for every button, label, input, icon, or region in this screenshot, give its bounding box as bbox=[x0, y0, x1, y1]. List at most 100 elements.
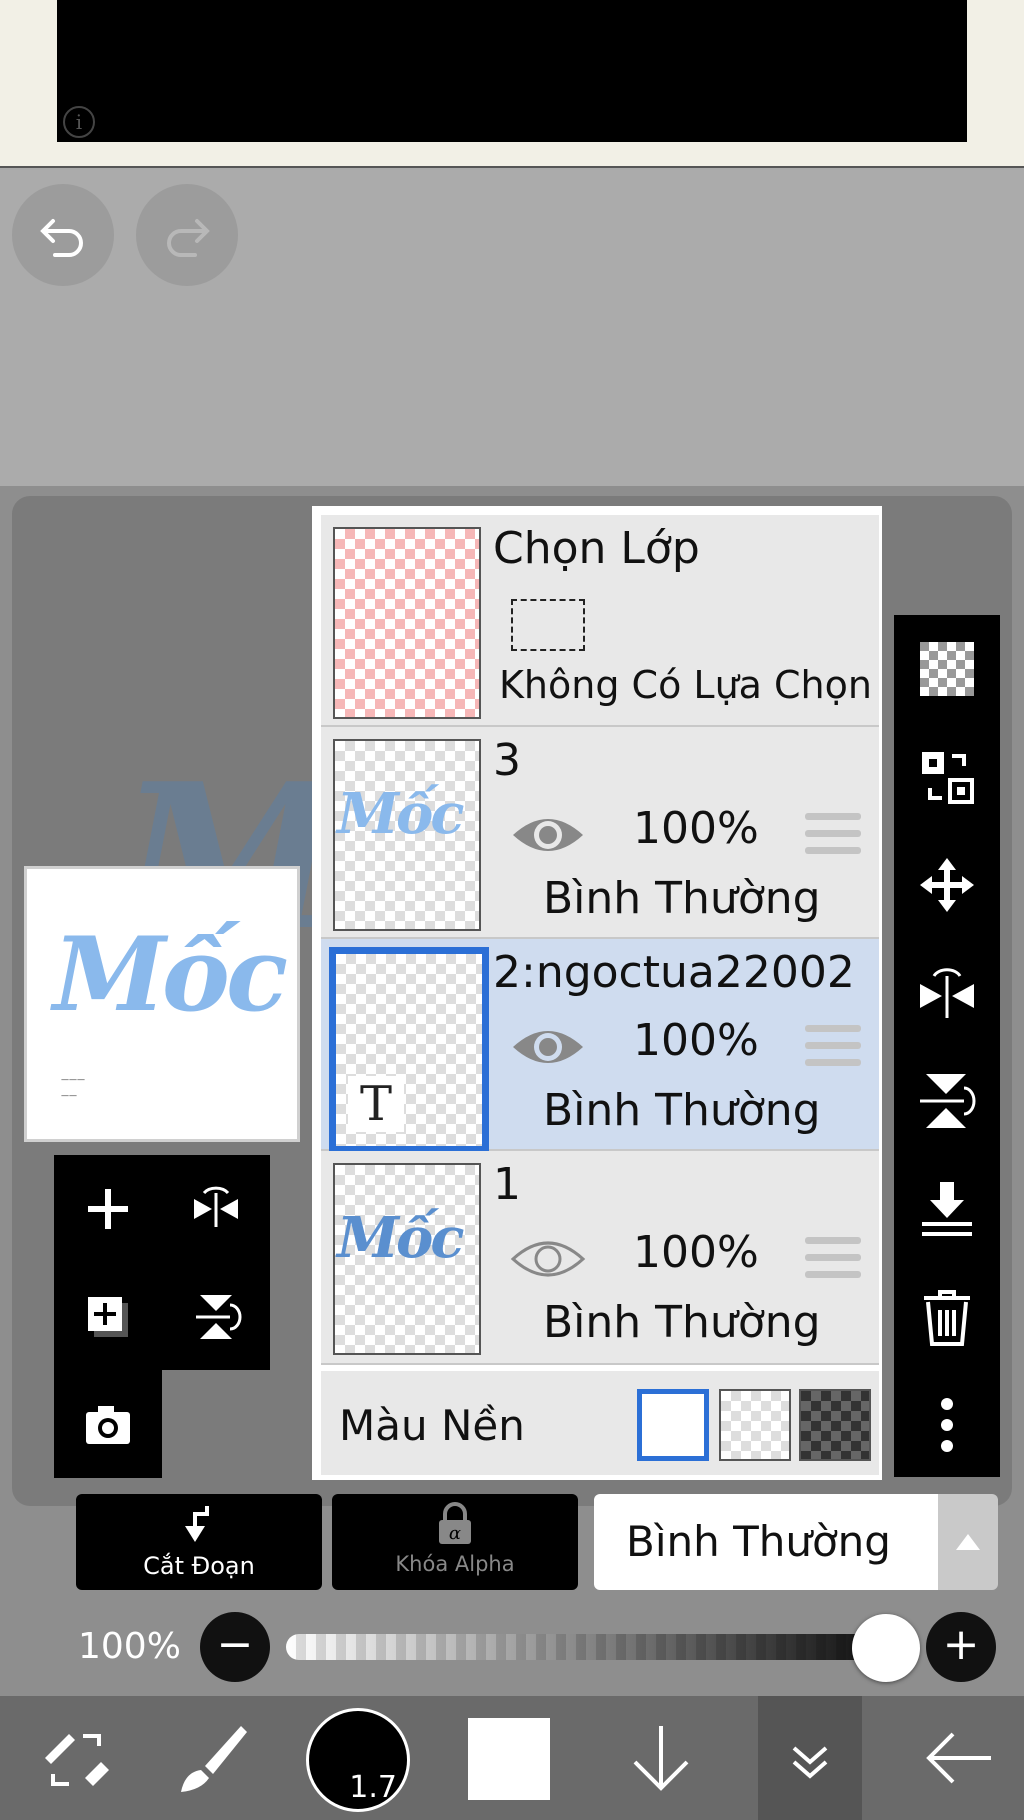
visibility-eye-icon[interactable] bbox=[509, 809, 587, 861]
layer-row[interactable]: Mốc 1 100% Bình Thường bbox=[321, 1151, 879, 1365]
undo-icon bbox=[40, 219, 83, 257]
layer-tool-grid bbox=[54, 1155, 270, 1370]
flip-vertical-icon bbox=[920, 1074, 976, 1128]
preview-small-line-1: ——— bbox=[61, 1075, 85, 1084]
layer-blend-mode: Bình Thường bbox=[543, 1297, 821, 1348]
background-color-row: Màu Nền bbox=[321, 1371, 879, 1475]
selection-layer-row[interactable]: Chọn Lớp Không Có Lựa Chọn bbox=[321, 515, 879, 727]
layer-thumbnail-text: Mốc bbox=[337, 781, 464, 847]
merge-down-icon bbox=[922, 1182, 972, 1236]
camera-icon bbox=[86, 1406, 130, 1444]
ad-content[interactable] bbox=[57, 0, 967, 142]
background-dark-swatch[interactable] bbox=[799, 1389, 871, 1461]
flip-vertical-icon bbox=[196, 1295, 242, 1339]
alpha-lock-label: Khóa Alpha bbox=[395, 1552, 515, 1576]
ad-banner: i bbox=[0, 0, 1024, 168]
blend-bar: Cắt Đoạn α Khóa Alpha Bình Thường bbox=[0, 1494, 1024, 1600]
flip-horizontal-button[interactable] bbox=[162, 1155, 270, 1263]
chevrons-down-icon bbox=[792, 1746, 828, 1779]
selection-title: Chọn Lớp bbox=[493, 523, 700, 574]
opacity-increase-button[interactable]: + bbox=[926, 1612, 996, 1682]
triangle-up-icon bbox=[956, 1534, 980, 1550]
flip-vertical-button[interactable] bbox=[162, 1263, 270, 1371]
blend-mode-dropdown-button[interactable] bbox=[938, 1494, 998, 1590]
delete-layer-button[interactable] bbox=[894, 1263, 1000, 1371]
selection-frame-icon bbox=[511, 599, 585, 651]
flip-horizontal-icon bbox=[920, 968, 974, 1018]
background-white-swatch[interactable] bbox=[637, 1389, 709, 1461]
drag-handle-icon[interactable] bbox=[805, 1237, 861, 1283]
opacity-slider[interactable] bbox=[286, 1634, 886, 1660]
preview-artwork-text: Mốc bbox=[53, 915, 288, 1035]
layer-row-selected[interactable]: T 2:ngoctua22002 100% Bình Thường bbox=[321, 939, 879, 1153]
trash-icon bbox=[924, 1290, 970, 1346]
opacity-row: 100% − + bbox=[0, 1600, 1024, 1696]
flip-layer-vertical-button[interactable] bbox=[894, 1047, 1000, 1155]
layer-list: Chọn Lớp Không Có Lựa Chọn Mốc 3 100% Bì… bbox=[312, 506, 882, 1480]
opacity-decrease-button[interactable]: − bbox=[200, 1612, 270, 1682]
layer-name: 3 bbox=[493, 735, 521, 786]
arrow-left-icon bbox=[926, 1732, 991, 1784]
arrow-down-icon bbox=[633, 1726, 689, 1791]
drag-handle-icon[interactable] bbox=[805, 1025, 861, 1071]
visibility-eye-icon[interactable] bbox=[509, 1021, 587, 1073]
layer-thumbnail: Mốc bbox=[333, 739, 481, 931]
clipping-arrow-icon bbox=[185, 1506, 209, 1542]
layer-thumbnail: T bbox=[329, 947, 489, 1153]
visibility-eye-hidden-icon[interactable] bbox=[509, 1233, 587, 1285]
clipping-button[interactable]: Cắt Đoạn bbox=[76, 1494, 322, 1590]
info-icon[interactable]: i bbox=[63, 106, 95, 138]
bottom-toolbar: 1.7 bbox=[0, 1696, 1024, 1820]
checkerboard-icon bbox=[920, 642, 974, 696]
preview-small-line-2: —— bbox=[61, 1091, 77, 1100]
more-vertical-icon bbox=[941, 1398, 953, 1452]
layer-thumbnail: Mốc bbox=[333, 1163, 481, 1355]
layers-button[interactable] bbox=[745, 1696, 875, 1820]
more-options-button[interactable] bbox=[894, 1371, 1000, 1479]
swap-layer-button[interactable] bbox=[894, 723, 1000, 831]
brush-icon bbox=[181, 1726, 247, 1792]
selection-status: Không Có Lựa Chọn bbox=[499, 663, 872, 707]
merge-down-button[interactable] bbox=[894, 1155, 1000, 1263]
color-picker-swatch[interactable] bbox=[468, 1718, 550, 1800]
redo-button[interactable] bbox=[136, 184, 238, 286]
layer-name: 1 bbox=[493, 1159, 521, 1210]
plus-icon bbox=[88, 1189, 128, 1229]
camera-cell bbox=[54, 1370, 162, 1478]
camera-button[interactable] bbox=[54, 1370, 162, 1478]
canvas-preview[interactable]: Mốc ——— —— bbox=[24, 866, 300, 1142]
layer-thumbnail-text: Mốc bbox=[337, 1205, 464, 1271]
opacity-value: 100% bbox=[78, 1626, 181, 1667]
opacity-slider-knob[interactable] bbox=[852, 1614, 920, 1682]
layer-opacity: 100% bbox=[633, 803, 759, 854]
background-transparent-swatch[interactable] bbox=[719, 1389, 791, 1461]
move-layer-button[interactable] bbox=[894, 831, 1000, 939]
swap-icon bbox=[922, 752, 974, 804]
transparency-button[interactable] bbox=[894, 615, 1000, 723]
add-copy-icon bbox=[88, 1297, 128, 1337]
flip-layer-horizontal-button[interactable] bbox=[894, 939, 1000, 1047]
canvas-workspace[interactable] bbox=[0, 170, 1024, 486]
layer-blend-mode: Bình Thường bbox=[543, 1085, 821, 1136]
text-layer-icon: T bbox=[348, 1076, 404, 1132]
brush-size-indicator[interactable]: 1.7 bbox=[306, 1708, 410, 1812]
drag-handle-icon[interactable] bbox=[805, 813, 861, 859]
download-button[interactable] bbox=[596, 1696, 726, 1820]
redo-icon bbox=[167, 219, 210, 257]
undo-button[interactable] bbox=[12, 184, 114, 286]
tool-switch-button[interactable] bbox=[10, 1696, 140, 1820]
add-copy-layer-button[interactable] bbox=[54, 1263, 162, 1371]
add-layer-button[interactable] bbox=[54, 1155, 162, 1263]
clipping-label: Cắt Đoạn bbox=[143, 1552, 255, 1580]
flip-horizontal-icon bbox=[194, 1186, 238, 1227]
layer-row[interactable]: Mốc 3 100% Bình Thường bbox=[321, 727, 879, 939]
alpha-lock-button[interactable]: α Khóa Alpha bbox=[332, 1494, 578, 1590]
selection-thumbnail bbox=[333, 527, 481, 719]
layer-name: 2:ngoctua22002 bbox=[493, 947, 855, 998]
blend-mode-select[interactable]: Bình Thường bbox=[594, 1494, 938, 1590]
background-color-label: Màu Nền bbox=[339, 1401, 525, 1450]
back-button[interactable] bbox=[894, 1696, 1024, 1820]
lock-icon: α bbox=[439, 1502, 471, 1544]
layer-blend-mode: Bình Thường bbox=[543, 873, 821, 924]
brush-tool-button[interactable] bbox=[146, 1696, 276, 1820]
